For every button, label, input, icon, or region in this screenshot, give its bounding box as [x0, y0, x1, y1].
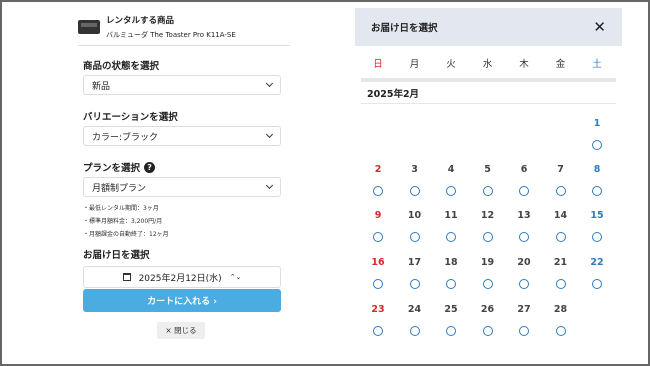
- day-number: 7: [557, 164, 564, 175]
- day-number: 9: [374, 210, 382, 221]
- available-marker-icon: [373, 326, 383, 336]
- product-summary: レンタルする商品 バルミューダ The Toaster Pro K11A-SE: [78, 8, 290, 46]
- chevron-down-icon: [265, 79, 274, 88]
- product-name: バルミューダ The Toaster Pro K11A-SE: [106, 30, 236, 39]
- variation-value: カラー:ブラック: [92, 132, 159, 143]
- available-marker-icon: [592, 232, 602, 242]
- available-marker-icon: [482, 186, 493, 196]
- close-icon[interactable]: ✕: [593, 18, 606, 36]
- available-marker-icon: [446, 186, 456, 196]
- day-number: 20: [517, 257, 531, 268]
- variation-select[interactable]: カラー:ブラック: [83, 126, 281, 146]
- day-number: 25: [444, 304, 458, 315]
- day-number: 23: [371, 304, 385, 315]
- plan-select[interactable]: 月額制プラン: [83, 177, 281, 197]
- condition-select[interactable]: 新品: [83, 75, 281, 95]
- day-number: 27: [517, 304, 531, 315]
- available-marker-icon: [555, 232, 566, 242]
- available-marker-icon: [446, 279, 456, 289]
- plan-label-row: プランを選択 ?: [83, 160, 290, 174]
- available-marker-icon: [409, 279, 420, 289]
- day-number: 2: [374, 164, 382, 175]
- close-button[interactable]: × 閉じる: [157, 322, 205, 339]
- plan-value: 月額制プラン: [92, 183, 147, 194]
- available-marker-icon: [446, 326, 456, 336]
- available-marker-icon: [409, 186, 420, 196]
- weekday-label: 月: [409, 59, 420, 70]
- weekday-label: 火: [446, 59, 456, 70]
- available-marker-icon: [482, 279, 493, 289]
- day-number: 24: [407, 304, 422, 315]
- product-section-title: レンタルする商品: [106, 15, 175, 26]
- day-number: 18: [444, 257, 458, 268]
- day-number: 14: [553, 210, 568, 221]
- condition-label: 商品の状態を選択: [83, 61, 160, 72]
- weekday-label: 水: [482, 59, 493, 70]
- help-icon[interactable]: ?: [144, 161, 156, 173]
- available-marker-icon: [409, 326, 420, 336]
- day-number: 1: [593, 118, 601, 129]
- condition-value: 新品: [92, 81, 111, 92]
- day-number: 11: [444, 210, 458, 221]
- available-marker-icon: [409, 232, 420, 242]
- day-number: 6: [520, 164, 528, 175]
- weekday-header: 日月火水木金土: [355, 56, 622, 74]
- available-marker-icon: [446, 232, 456, 242]
- variation-label: バリエーションを選択: [83, 112, 178, 123]
- calendar-title: お届け日を選択: [371, 23, 438, 34]
- available-marker-icon: [555, 326, 566, 336]
- available-marker-icon: [482, 232, 493, 242]
- weekday-label: 土: [592, 59, 602, 70]
- chevron-down-icon: [265, 181, 274, 190]
- available-marker-icon: [519, 232, 529, 242]
- product-thumbnail: [78, 19, 100, 34]
- day-number: 22: [590, 257, 604, 268]
- rental-form: レンタルする商品 バルミューダ The Toaster Pro K11A-SE …: [78, 8, 290, 288]
- calendar-header: お届け日を選択 ✕: [355, 8, 622, 46]
- delivery-date-select[interactable]: 2025年2月12日(水) ⌃⌄: [83, 266, 281, 288]
- available-marker-icon: [555, 279, 566, 289]
- available-marker-icon: [519, 279, 529, 289]
- available-marker-icon: [519, 186, 529, 196]
- delivery-label: お届け日を選択: [83, 250, 150, 261]
- month-label: 2025年2月: [361, 78, 616, 104]
- plan-notes: ・最低レンタル期間：3ヶ月 ・標準月額料金：3,200円/月 ・月額課金の自動終…: [83, 202, 290, 241]
- weekday-label: 日: [373, 59, 383, 70]
- day-number: 19: [480, 257, 495, 268]
- day-number: 10: [407, 210, 422, 221]
- day-number: 4: [447, 164, 455, 175]
- day-number: 21: [553, 257, 568, 268]
- chevron-down-icon: [265, 130, 274, 139]
- day-number: 17: [407, 257, 422, 268]
- weekday-label: 木: [519, 59, 529, 70]
- available-marker-icon: [592, 140, 602, 150]
- available-marker-icon: [373, 232, 383, 242]
- day-number: 12: [480, 210, 495, 221]
- calendar-panel: お届け日を選択 ✕ 日月火水木金土 2025年2月 1 2 3 4 5 6 7 8 9 10 11 1…: [355, 8, 622, 364]
- day-number: 5: [484, 164, 491, 175]
- plan-note: ・月額課金の自動終了：12ヶ月: [83, 231, 169, 238]
- day-number: 13: [517, 210, 531, 221]
- day-number: 16: [371, 257, 385, 268]
- available-marker-icon: [592, 279, 602, 289]
- available-marker-icon: [519, 326, 529, 336]
- available-marker-icon: [592, 186, 602, 196]
- calendar-icon: [122, 273, 131, 281]
- available-marker-icon: [482, 326, 493, 336]
- plan-note: ・最低レンタル期間：3ヶ月: [83, 205, 159, 212]
- day-number: 26: [480, 304, 495, 315]
- add-to-cart-button[interactable]: カートに入れる ›: [83, 289, 281, 312]
- delivery-date-value: 2025年2月12日(水): [138, 273, 222, 284]
- available-marker-icon: [373, 186, 383, 196]
- day-number: 8: [593, 164, 601, 175]
- weekday-label: 金: [555, 59, 566, 70]
- day-number: 15: [590, 210, 604, 221]
- plan-note: ・標準月額料金：3,200円/月: [83, 218, 163, 225]
- plan-label: プランを選択: [83, 163, 141, 174]
- updown-arrows-icon: ⌃⌄: [229, 272, 242, 281]
- day-number: 28: [553, 304, 568, 315]
- day-number: 3: [411, 164, 418, 175]
- available-marker-icon: [373, 279, 383, 289]
- available-marker-icon: [555, 186, 566, 196]
